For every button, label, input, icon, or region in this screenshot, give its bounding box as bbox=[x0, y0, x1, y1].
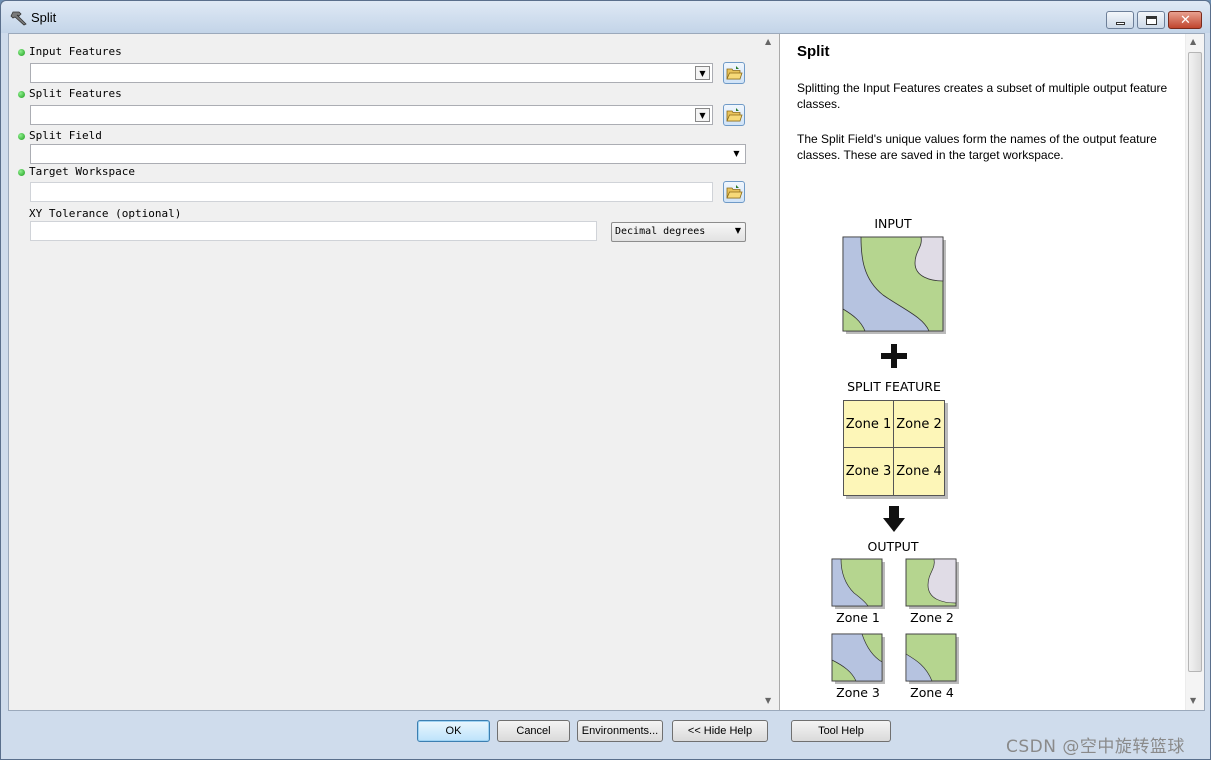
close-icon: ✕ bbox=[1180, 13, 1191, 28]
split-features-browse-button[interactable] bbox=[723, 104, 745, 126]
output-zone-label: Zone 2 bbox=[910, 610, 954, 625]
plus-icon bbox=[881, 344, 907, 368]
target-workspace-label: Target Workspace bbox=[29, 165, 135, 178]
zone-cell: Zone 1 bbox=[844, 401, 894, 448]
dropdown-arrow-icon[interactable]: ▼ bbox=[695, 108, 710, 122]
required-indicator-icon bbox=[18, 91, 25, 98]
dropdown-arrow-icon[interactable]: ▼ bbox=[695, 66, 710, 80]
close-button[interactable]: ✕ bbox=[1168, 11, 1202, 29]
zone-cell: Zone 3 bbox=[844, 448, 894, 495]
zone-cell: Zone 2 bbox=[894, 401, 944, 448]
output-zone-1-map bbox=[831, 558, 885, 609]
required-indicator-icon bbox=[18, 169, 25, 176]
target-workspace-input[interactable] bbox=[30, 182, 713, 202]
minimize-button[interactable] bbox=[1106, 11, 1134, 29]
parameters-panel: Input Features ▼ Split Features ▼ Split … bbox=[9, 34, 761, 710]
diagram-split-feature-label: SPLIT FEATURE bbox=[847, 379, 941, 394]
scroll-down-icon[interactable]: ▼ bbox=[765, 696, 771, 705]
environments-button[interactable]: Environments... bbox=[577, 720, 663, 742]
help-title: Split bbox=[797, 43, 830, 60]
split-tool-dialog: Split ✕ Input Features ▼ Split Features bbox=[0, 0, 1211, 760]
output-zone-3-map bbox=[831, 633, 885, 684]
scroll-down-icon[interactable]: ▼ bbox=[1190, 696, 1196, 705]
hide-help-button[interactable]: << Hide Help bbox=[672, 720, 768, 742]
split-field-label: Split Field bbox=[29, 129, 102, 142]
input-features-combo[interactable]: ▼ bbox=[30, 63, 713, 83]
diagram-output-label: OUTPUT bbox=[867, 539, 919, 554]
split-feature-zones: Zone 1 Zone 2 Zone 3 Zone 4 bbox=[843, 400, 945, 496]
open-folder-icon bbox=[726, 185, 743, 199]
output-zone-label: Zone 4 bbox=[910, 685, 954, 700]
minimize-icon bbox=[1116, 22, 1125, 25]
down-arrow-icon bbox=[883, 506, 905, 532]
dropdown-arrow-icon[interactable]: ▼ bbox=[735, 226, 741, 235]
output-zone-label: Zone 3 bbox=[836, 685, 880, 700]
units-value: Decimal degrees bbox=[615, 226, 706, 237]
help-paragraph: Splitting the Input Features creates a s… bbox=[797, 81, 1168, 111]
input-features-browse-button[interactable] bbox=[723, 62, 745, 84]
xy-tolerance-input[interactable] bbox=[30, 221, 597, 241]
output-zone-4-map bbox=[905, 633, 959, 684]
help-scrollbar[interactable]: ▲ ▼ bbox=[1185, 34, 1204, 710]
split-features-combo[interactable]: ▼ bbox=[30, 105, 713, 125]
dropdown-arrow-icon[interactable]: ▼ bbox=[729, 146, 744, 162]
diagram-input-label: INPUT bbox=[874, 216, 912, 231]
xy-tolerance-label: XY Tolerance (optional) bbox=[29, 207, 182, 220]
scroll-thumb[interactable] bbox=[1188, 52, 1202, 672]
maximize-icon bbox=[1146, 16, 1157, 25]
scroll-up-icon[interactable]: ▲ bbox=[1190, 37, 1196, 46]
target-workspace-browse-button[interactable] bbox=[723, 181, 745, 203]
dialog-client: Input Features ▼ Split Features ▼ Split … bbox=[8, 33, 1205, 711]
split-field-combo[interactable]: ▼ bbox=[30, 144, 746, 164]
xy-tolerance-units-select[interactable]: Decimal degrees ▼ bbox=[611, 222, 746, 242]
help-paragraph: The Split Field's unique values form the… bbox=[797, 132, 1157, 162]
parameters-scrollbar[interactable]: ▲ ▼ bbox=[761, 34, 778, 710]
output-zone-2-map bbox=[905, 558, 959, 609]
title-bar[interactable]: Split ✕ bbox=[1, 1, 1210, 33]
open-folder-icon bbox=[726, 108, 743, 122]
help-panel: Split Splitting the Input Features creat… bbox=[779, 34, 1204, 710]
window-title: Split bbox=[31, 10, 57, 25]
cancel-button[interactable]: Cancel bbox=[497, 720, 570, 742]
hammer-icon bbox=[10, 11, 27, 26]
split-features-label: Split Features bbox=[29, 87, 122, 100]
zone-cell: Zone 4 bbox=[896, 464, 942, 479]
watermark-text: CSDN @空中旋转篮球 bbox=[1006, 737, 1185, 757]
open-folder-icon bbox=[726, 66, 743, 80]
tool-help-button[interactable]: Tool Help bbox=[791, 720, 891, 742]
required-indicator-icon bbox=[18, 133, 25, 140]
scroll-up-icon[interactable]: ▲ bbox=[765, 37, 771, 46]
ok-button[interactable]: OK bbox=[417, 720, 490, 742]
input-features-label: Input Features bbox=[29, 45, 122, 58]
input-map-graphic bbox=[842, 236, 946, 334]
output-zone-label: Zone 1 bbox=[836, 610, 880, 625]
maximize-button[interactable] bbox=[1137, 11, 1165, 29]
required-indicator-icon bbox=[18, 49, 25, 56]
